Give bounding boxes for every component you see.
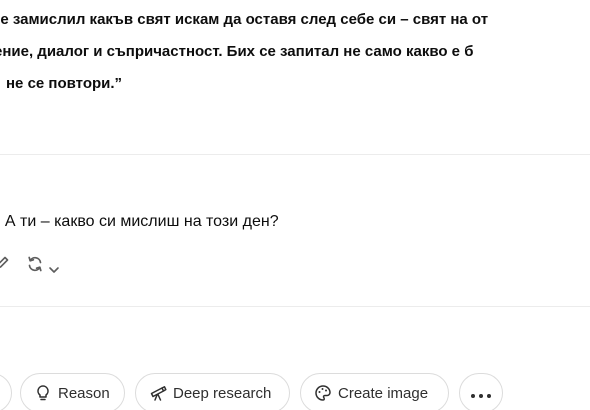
more-tools-button[interactable] [459,373,503,410]
message-divider [0,154,590,155]
reason-label: Reason [58,384,110,402]
assistant-quote: се замислил какъв свят искам да оставя с… [0,4,590,100]
lightbulb-icon [34,384,52,402]
pencil-icon[interactable] [0,255,10,276]
composer-divider [0,306,590,307]
deep-research-button[interactable]: Deep research [135,373,290,410]
create-image-label: Create image [338,384,429,402]
quote-line: ение, диалог и съпричастност. Бих се зап… [0,43,474,60]
palette-icon [314,384,332,402]
assistant-reply: . А ти – какво си мислиш на този ден? [0,213,279,230]
telescope-icon [149,384,167,402]
more-icon [469,385,493,402]
reason-button[interactable]: Reason [20,373,125,410]
composer-toolbar: Reason Deep research Create image [0,373,590,410]
chevron-down-icon[interactable] [48,261,60,279]
regenerate-icon[interactable] [26,255,44,278]
deep-research-label: Deep research [173,384,272,402]
quote-line: не се повтори.” [6,75,123,92]
chat-viewport: се замислил какъв свят искам да оставя с… [0,0,590,410]
quote-line: се замислил какъв свят искам да оставя с… [0,11,489,28]
create-image-button[interactable]: Create image [300,373,449,410]
tool-button-partial[interactable] [0,373,12,410]
